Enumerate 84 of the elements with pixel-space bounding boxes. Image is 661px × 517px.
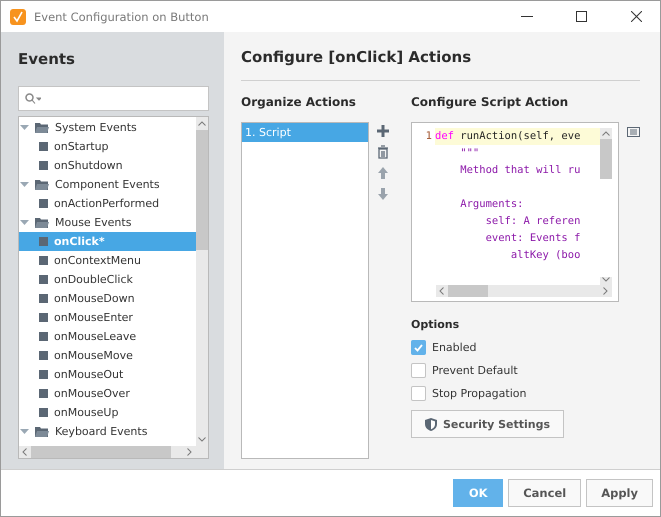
trash-icon[interactable] [376, 145, 390, 159]
code-line: self: A referen [484, 214, 582, 229]
tree-item[interactable]: onActionPerformed [19, 194, 196, 213]
square-icon [39, 332, 48, 341]
checkbox-option[interactable]: Prevent Default [411, 362, 640, 379]
tree-item[interactable]: onMouseMove [19, 346, 196, 365]
app-icon [10, 8, 26, 24]
square-icon [39, 370, 48, 379]
checkbox-option[interactable]: Enabled [411, 339, 640, 356]
tree-item[interactable]: onMouseDown [19, 289, 196, 308]
tree-item[interactable]: onStartup [19, 137, 196, 156]
expand-triangle-icon[interactable] [20, 429, 29, 434]
down-arrow-icon[interactable] [376, 187, 390, 201]
checkbox[interactable] [411, 340, 426, 355]
tree-group[interactable]: Mouse Events [19, 213, 196, 232]
shield-icon [424, 418, 437, 430]
script-heading: Configure Script Action [411, 95, 570, 111]
scroll-left-icon[interactable] [439, 287, 444, 295]
scroll-up-icon[interactable] [602, 131, 610, 136]
square-icon [39, 237, 48, 246]
folder-icon [35, 122, 49, 134]
search-field[interactable] [18, 86, 209, 111]
folder-icon [35, 178, 49, 190]
tree-item[interactable]: onMouseEnter [19, 308, 196, 327]
window-title: Event Configuration on Button [34, 10, 210, 24]
checkmark-icon [414, 344, 423, 352]
search-icon [25, 93, 41, 104]
tree-item[interactable]: onDoubleClick [19, 270, 196, 289]
close-icon [631, 11, 642, 22]
expand-triangle-icon[interactable] [20, 125, 29, 130]
line-number: 1 [424, 129, 433, 144]
folder-icon [35, 426, 49, 438]
square-icon [39, 275, 48, 284]
square-icon [39, 161, 48, 170]
tree-item[interactable]: onMouseUp [19, 403, 196, 422]
menu-icon[interactable] [627, 127, 640, 137]
maximize-icon [576, 11, 587, 22]
tree-group[interactable]: Keyboard Events [19, 422, 196, 441]
checkbox-option[interactable]: Stop Propagation [411, 385, 640, 402]
code-line: altKey (boo [510, 248, 582, 263]
square-icon [39, 351, 48, 360]
horizontal-scrollbar[interactable] [19, 446, 208, 458]
code-line: event: Events f [484, 231, 582, 246]
dialog-button[interactable]: Apply [586, 479, 653, 507]
tree-item[interactable]: onMouseOver [19, 384, 196, 403]
tree-item[interactable]: onShutdown [19, 156, 196, 175]
minimize-icon [520, 16, 532, 17]
scroll-left-icon[interactable] [22, 448, 27, 456]
scroll-right-icon[interactable] [603, 287, 608, 295]
events-heading: Events [18, 50, 76, 68]
vertical-scrollbar[interactable] [196, 117, 208, 446]
up-arrow-icon[interactable] [376, 166, 390, 180]
add-icon[interactable] [376, 124, 390, 138]
scroll-right-icon[interactable] [187, 448, 192, 456]
tree-item[interactable]: onContextMenu [19, 251, 196, 270]
code-line: Arguments: [459, 197, 525, 212]
expand-triangle-icon[interactable] [20, 220, 29, 225]
configure-heading: Configure [onClick] Actions [241, 48, 472, 66]
expand-triangle-icon[interactable] [20, 182, 29, 187]
code-editor[interactable]: 1 def runAction(self, eve """ Method that will ru Arguments: self: A referen event: Events f altKey (boo [411, 122, 619, 302]
folder-icon [35, 216, 49, 228]
tree-item[interactable]: onMouseLeave [19, 327, 196, 346]
horizontal-scrollbar[interactable] [436, 285, 612, 297]
code-line: """ [459, 146, 480, 161]
organize-heading: Organize Actions [241, 95, 357, 111]
checkbox[interactable] [411, 386, 426, 401]
tree-group[interactable]: Component Events [19, 175, 196, 194]
security-settings-button[interactable]: Security Settings [411, 410, 564, 438]
square-icon [39, 294, 48, 303]
square-icon [39, 408, 48, 417]
tree-item[interactable]: onMouseOut [19, 365, 196, 384]
dialog-button[interactable]: Cancel [508, 479, 582, 507]
tree-group[interactable]: System Events [19, 118, 196, 137]
square-icon [39, 142, 48, 151]
square-icon [39, 199, 48, 208]
scroll-down-icon[interactable] [602, 277, 610, 282]
square-icon [39, 313, 48, 322]
code-line: Method that will ru [459, 163, 582, 178]
checkbox[interactable] [411, 363, 426, 378]
scroll-up-icon[interactable] [198, 121, 206, 126]
scroll-down-icon[interactable] [198, 437, 206, 442]
square-icon [39, 389, 48, 398]
square-icon [39, 256, 48, 265]
options-heading: Options [411, 318, 460, 331]
